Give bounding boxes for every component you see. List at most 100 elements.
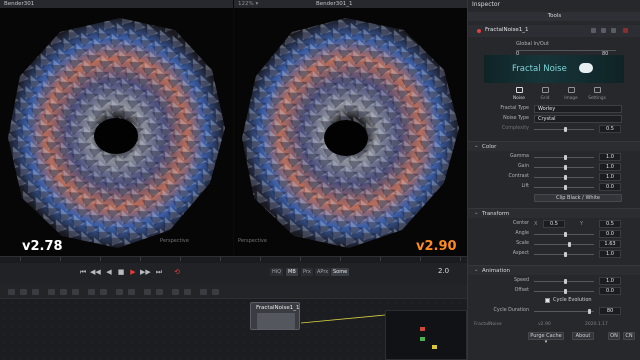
tool-icon[interactable] <box>156 289 163 295</box>
cycle-duration-slider[interactable] <box>534 311 594 312</box>
complexity-value[interactable]: 0.5 <box>599 125 621 133</box>
slider-knob[interactable] <box>588 309 591 314</box>
viewer-right[interactable]: Perspective v2.90 <box>234 8 467 256</box>
tool-icon[interactable] <box>172 289 179 295</box>
tool-icon[interactable] <box>144 289 151 295</box>
step-back-icon[interactable]: ◀◀ <box>90 268 101 277</box>
tool-icon[interactable] <box>32 289 39 295</box>
loop-icon[interactable]: ⟲ <box>172 268 182 277</box>
step-forward-icon[interactable]: ▶▶ <box>140 268 151 277</box>
tab-image[interactable]: Image <box>558 86 584 102</box>
fractal-type-dropdown[interactable]: Worley <box>534 105 622 113</box>
cycle-duration-value[interactable]: 80 <box>599 307 621 315</box>
tab-noise[interactable]: Noise <box>506 86 532 102</box>
gamma-row: Gamma 1.0 <box>468 153 640 162</box>
slider-knob[interactable] <box>564 279 567 284</box>
fractal-noise-node[interactable]: FractalNoise1_1 <box>250 302 300 330</box>
slider-knob[interactable] <box>564 289 567 294</box>
param-label: Speed <box>513 278 529 283</box>
slider-knob[interactable] <box>564 155 567 160</box>
viewer-right-header[interactable]: 122% ▾ Bender301_1 <box>234 0 467 8</box>
slider-knob[interactable] <box>564 165 567 170</box>
lock-icon[interactable] <box>601 28 606 33</box>
viewer-left[interactable]: v2.78 Perspective <box>0 8 233 256</box>
param-label: Scale <box>516 241 529 246</box>
viewer-right-tag: Perspective <box>238 238 267 244</box>
tool-icon[interactable] <box>212 289 219 295</box>
aspect-value[interactable]: 1.0 <box>599 250 621 258</box>
tab-settings[interactable]: Settings <box>584 86 610 102</box>
tool-icon[interactable] <box>60 289 67 295</box>
stop-icon[interactable]: ■ <box>116 268 126 277</box>
tab-grid[interactable]: Grid <box>532 86 558 102</box>
scale-value[interactable]: 1.63 <box>599 240 621 248</box>
play-reverse-icon[interactable]: ◀ <box>104 268 114 277</box>
tool-icon[interactable] <box>100 289 107 295</box>
slider-knob[interactable] <box>564 127 567 132</box>
reset-icon[interactable] <box>611 28 616 33</box>
plugin-version: v2.90 <box>538 322 551 327</box>
contrast-value[interactable]: 1.0 <box>599 173 621 181</box>
plugin-name: FractalNoise <box>474 322 502 327</box>
section-color[interactable]: ⌄ Color <box>468 141 640 151</box>
about-button[interactable]: About <box>572 332 594 340</box>
global-inout-range[interactable] <box>516 50 616 51</box>
tool-icon[interactable] <box>20 289 27 295</box>
center-y-value[interactable]: 0.5 <box>599 220 621 228</box>
prx-button[interactable]: Prx <box>301 268 313 276</box>
navigator-node <box>420 337 425 341</box>
slider-knob[interactable] <box>564 232 567 237</box>
tab-label: Image <box>564 96 578 101</box>
cn-toggle-button[interactable]: CN <box>623 332 635 340</box>
tool-icon[interactable] <box>88 289 95 295</box>
node-thumbnail <box>257 313 295 329</box>
hiq-button[interactable]: HiQ <box>270 268 284 276</box>
current-time-readout[interactable]: 2.0 <box>438 267 449 275</box>
play-icon[interactable]: ▶ <box>128 268 138 277</box>
center-x-value[interactable]: 0.5 <box>543 220 565 228</box>
section-animation[interactable]: ⌄ Animation <box>468 265 640 275</box>
gain-value[interactable]: 1.0 <box>599 163 621 171</box>
some-button[interactable]: Some <box>331 268 350 276</box>
tool-icon[interactable] <box>128 289 135 295</box>
node-navigator[interactable] <box>385 310 467 360</box>
slider-knob[interactable] <box>568 242 571 247</box>
lift-value[interactable]: 0.0 <box>599 183 621 191</box>
aprx-button[interactable]: APrx <box>315 268 331 276</box>
go-to-start-icon[interactable]: ⏮ <box>78 268 88 277</box>
on-toggle-button[interactable]: ON <box>608 332 620 340</box>
angle-value[interactable]: 0.0 <box>599 230 621 238</box>
tool-icon[interactable] <box>48 289 55 295</box>
mb-button[interactable]: MB <box>286 268 298 276</box>
scale-slider[interactable] <box>534 244 594 245</box>
slider-knob[interactable] <box>564 175 567 180</box>
inspector-title: Inspector <box>472 1 500 8</box>
tool-icon[interactable] <box>184 289 191 295</box>
tool-icon[interactable] <box>72 289 79 295</box>
purge-cache-button[interactable]: Purge Cache ▾ <box>528 332 564 345</box>
param-label: Cycle Duration <box>493 308 529 313</box>
gamma-value[interactable]: 1.0 <box>599 153 621 161</box>
viewer-left-title: Bender301 <box>4 1 35 7</box>
go-to-end-icon[interactable]: ⏭ <box>154 268 164 277</box>
offset-value[interactable]: 0.0 <box>599 287 621 295</box>
clip-black-white-button[interactable]: Clip Black / White <box>534 194 622 202</box>
tool-header[interactable]: FractalNoise1_1 <box>468 25 640 37</box>
time-ruler[interactable] <box>0 257 467 263</box>
section-transform[interactable]: ⌄ Transform <box>468 208 640 218</box>
slider-knob[interactable] <box>564 252 567 257</box>
viewer-zoom-readout[interactable]: 122% ▾ <box>238 0 258 8</box>
slider-knob[interactable] <box>564 185 567 190</box>
tool-icon[interactable] <box>200 289 207 295</box>
speed-value[interactable]: 1.0 <box>599 277 621 285</box>
noise-type-dropdown[interactable]: Crystal <box>534 115 622 123</box>
close-tool-icon[interactable] <box>623 28 628 33</box>
speed-row: Speed 1.0 <box>468 277 640 286</box>
pin-icon[interactable] <box>591 28 596 33</box>
cycle-evolution-checkbox[interactable] <box>545 298 550 303</box>
tool-icon[interactable] <box>116 289 123 295</box>
viewer-left-header[interactable]: Bender301 <box>0 0 233 8</box>
navigator-node <box>420 327 425 331</box>
tools-tab[interactable]: Tools <box>468 12 640 21</box>
tool-icon[interactable] <box>8 289 15 295</box>
